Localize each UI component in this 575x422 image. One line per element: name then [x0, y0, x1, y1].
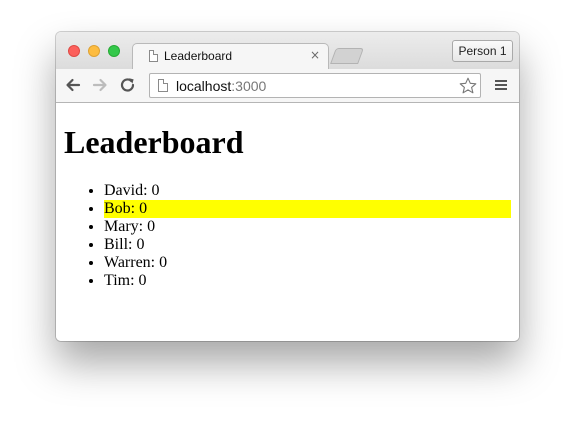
player-item[interactable]: Mary: 0	[104, 218, 511, 236]
page-content: Leaderboard David: 0 Bob: 0 Mary: 0 Bill…	[56, 103, 519, 341]
minimize-window-button[interactable]	[88, 45, 100, 57]
player-item[interactable]: Bill: 0	[104, 236, 511, 254]
page-icon	[149, 50, 158, 62]
new-tab-button[interactable]	[330, 48, 364, 64]
address-bar[interactable]: localhost:3000	[149, 73, 481, 98]
page-title: Leaderboard	[64, 124, 244, 160]
tab-title: Leaderboard	[164, 49, 233, 63]
url-port: :3000	[231, 78, 267, 94]
hamburger-menu-icon[interactable]	[493, 78, 509, 94]
tab-close-icon[interactable]: ×	[310, 48, 320, 62]
player-item[interactable]: David: 0	[104, 182, 511, 200]
tab-leaderboard[interactable]: Leaderboard ×	[132, 43, 329, 70]
leaderboard-list: David: 0 Bob: 0 Mary: 0 Bill: 0 Warren: …	[64, 182, 511, 290]
star-icon[interactable]	[458, 76, 478, 96]
player-item[interactable]: Tim: 0	[104, 272, 511, 290]
player-item-selected[interactable]: Bob: 0	[104, 200, 511, 218]
tab-strip: Leaderboard × Person 1	[56, 32, 519, 70]
url-text[interactable]: localhost:3000	[176, 78, 266, 94]
zoom-window-button[interactable]	[108, 45, 120, 57]
url-host: localhost	[176, 78, 232, 94]
browser-window: Leaderboard × Person 1 localhost:3000 Le…	[56, 32, 519, 341]
player-item[interactable]: Warren: 0	[104, 254, 511, 272]
close-window-button[interactable]	[68, 45, 80, 57]
browser-toolbar: localhost:3000	[56, 69, 519, 103]
reload-icon[interactable]	[118, 75, 138, 95]
back-arrow-icon[interactable]	[63, 75, 83, 95]
page-icon	[158, 79, 168, 92]
profile-button[interactable]: Person 1	[452, 40, 513, 62]
forward-arrow-icon[interactable]	[90, 75, 110, 95]
